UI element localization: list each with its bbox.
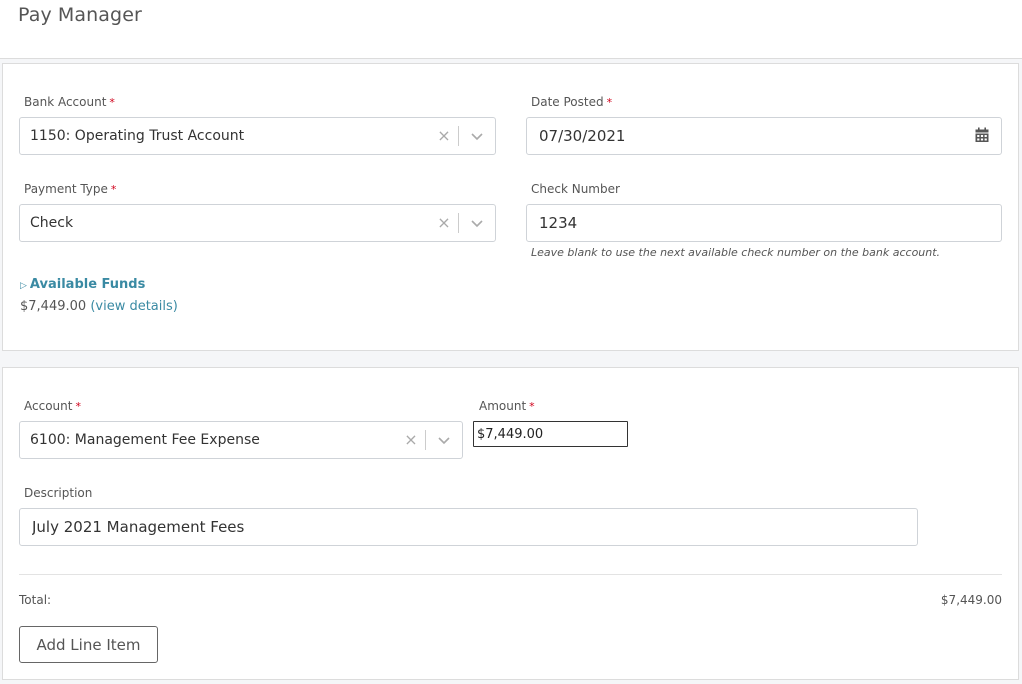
payment-type-value: Check bbox=[30, 215, 74, 231]
select-separator bbox=[458, 126, 459, 146]
payment-details-panel: Bank Account * 1150: Operating Trust Acco… bbox=[2, 63, 1019, 351]
date-posted-label-text: Date Posted bbox=[531, 95, 604, 109]
available-funds-value: $7,449.00 (view details) bbox=[20, 299, 178, 314]
clear-icon[interactable]: × bbox=[436, 126, 452, 146]
select-separator bbox=[458, 213, 459, 233]
amount-input[interactable] bbox=[473, 421, 628, 447]
bank-account-label-text: Bank Account bbox=[24, 95, 107, 109]
payment-type-label-text: Payment Type bbox=[24, 182, 108, 196]
payment-type-label: Payment Type * bbox=[24, 182, 116, 196]
required-mark: * bbox=[75, 400, 81, 413]
bank-account-value: 1150: Operating Trust Account bbox=[30, 128, 245, 144]
required-mark: * bbox=[109, 96, 115, 109]
total-label: Total: bbox=[19, 593, 52, 607]
bank-account-label: Bank Account * bbox=[24, 95, 115, 109]
page-title: Pay Manager bbox=[18, 4, 142, 26]
add-line-item-button[interactable]: Add Line Item bbox=[19, 626, 158, 663]
clear-icon[interactable]: × bbox=[403, 430, 419, 450]
account-label: Account * bbox=[24, 399, 81, 413]
clear-icon[interactable]: × bbox=[436, 213, 452, 233]
available-funds-toggle[interactable]: ▷ Available Funds bbox=[20, 277, 145, 292]
line-items-panel: Account * 6100: Management Fee Expense × … bbox=[2, 367, 1019, 680]
required-mark: * bbox=[606, 96, 613, 109]
expand-triangle-icon: ▷ bbox=[20, 281, 27, 291]
view-details-link[interactable]: (view details) bbox=[90, 299, 178, 314]
date-posted-label: Date Posted * bbox=[531, 95, 612, 109]
check-number-label: Check Number bbox=[531, 182, 620, 196]
select-separator bbox=[425, 430, 426, 450]
required-mark: * bbox=[529, 400, 535, 413]
amount-label: Amount * bbox=[479, 399, 535, 413]
account-label-text: Account bbox=[24, 399, 73, 413]
bank-account-select[interactable]: 1150: Operating Trust Account × bbox=[19, 117, 496, 155]
page-header: Pay Manager bbox=[0, 0, 1022, 59]
date-posted-input[interactable] bbox=[526, 117, 1002, 155]
total-value: $7,449.00 bbox=[940, 593, 1002, 607]
account-value: 6100: Management Fee Expense bbox=[30, 432, 260, 448]
required-mark: * bbox=[110, 183, 117, 196]
account-select[interactable]: 6100: Management Fee Expense × bbox=[19, 421, 463, 459]
amount-label-text: Amount bbox=[479, 399, 527, 413]
calendar-icon[interactable] bbox=[974, 127, 990, 143]
check-number-help: Leave blank to use the next available ch… bbox=[531, 246, 941, 259]
chevron-down-icon[interactable] bbox=[469, 215, 485, 231]
payment-type-select[interactable]: Check × bbox=[19, 204, 496, 242]
description-label: Description bbox=[24, 486, 93, 500]
available-funds-amount: $7,449.00 bbox=[20, 299, 87, 314]
check-number-input[interactable] bbox=[526, 204, 1002, 242]
divider bbox=[19, 574, 1002, 575]
chevron-down-icon[interactable] bbox=[469, 128, 485, 144]
chevron-down-icon[interactable] bbox=[436, 432, 452, 448]
available-funds-title: Available Funds bbox=[29, 277, 146, 292]
description-input[interactable] bbox=[19, 508, 918, 546]
